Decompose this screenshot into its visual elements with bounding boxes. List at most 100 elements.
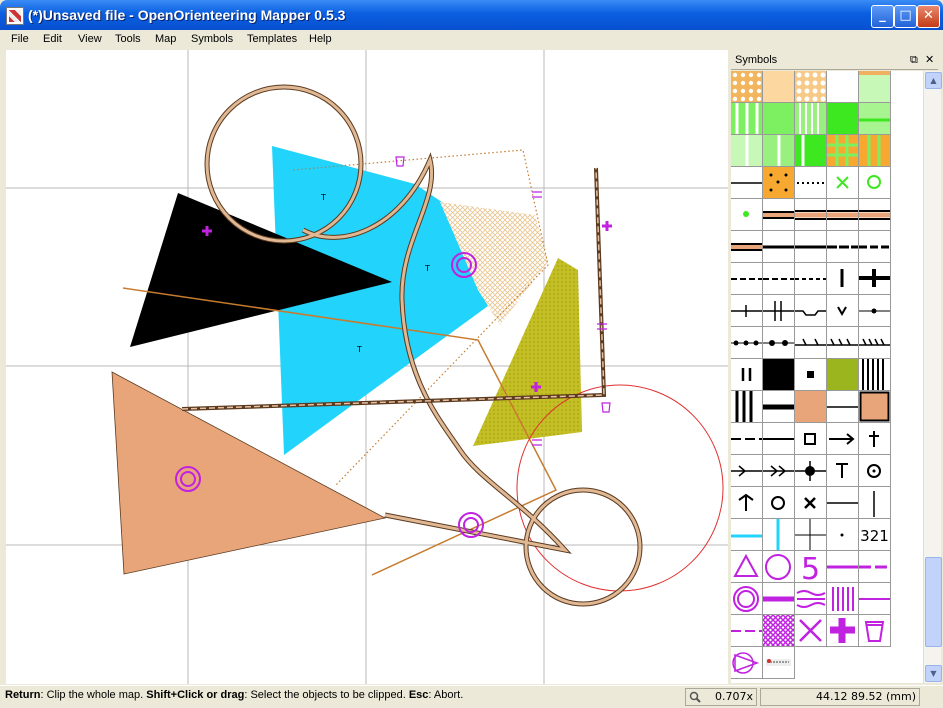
symbol-black-square[interactable]	[795, 359, 827, 391]
symbol-purple-five[interactable]: 5	[795, 551, 827, 583]
menu-templates[interactable]: Templates	[247, 33, 297, 45]
symbol-arrow-right[interactable]	[827, 423, 859, 455]
symbol-green-circle[interactable]	[859, 167, 891, 199]
scroll-down-icon[interactable]: ▼	[925, 665, 942, 682]
symbol-thick-line-2[interactable]	[795, 231, 827, 263]
symbol-brown-double[interactable]	[763, 199, 795, 231]
symbol-notch-line[interactable]	[795, 295, 827, 327]
symbol-pale-green[interactable]	[731, 135, 763, 167]
symbol-cyan-vertical[interactable]	[763, 519, 795, 551]
symbol-black[interactable]	[763, 359, 795, 391]
symbol-dotted-light[interactable]	[795, 71, 827, 103]
symbol-dash-line-2[interactable]	[763, 263, 795, 295]
symbol-green[interactable]	[763, 103, 795, 135]
symbol-vertical-line[interactable]	[859, 487, 891, 519]
panel-close-icon[interactable]: ✕	[925, 53, 934, 66]
symbol-orange-grid[interactable]	[827, 135, 859, 167]
symbol-green-dot[interactable]	[731, 199, 763, 231]
symbol-purple-circle[interactable]	[763, 551, 795, 583]
symbol-thin-line[interactable]	[731, 167, 763, 199]
symbol-purple-dash[interactable]	[859, 551, 891, 583]
symbol-light-orange[interactable]	[763, 71, 795, 103]
symbol-slash-line[interactable]	[795, 327, 827, 359]
menu-help[interactable]: Help	[309, 33, 332, 45]
symbol-number-text[interactable]: 321	[859, 519, 891, 551]
symbol-line-black[interactable]	[827, 391, 859, 423]
scroll-thumb[interactable]	[925, 557, 942, 647]
symbol-dot-line[interactable]	[859, 295, 891, 327]
symbols-scrollbar[interactable]: ▲ ▼	[923, 71, 942, 683]
symbol-slash-line-3[interactable]	[859, 327, 891, 359]
symbol-purple-double-circle[interactable]	[731, 583, 763, 615]
symbol-square-outline[interactable]	[795, 423, 827, 455]
symbol-green-x[interactable]	[827, 167, 859, 199]
symbol-bright-green[interactable]	[827, 103, 859, 135]
symbol-brown-road-2[interactable]	[827, 199, 859, 231]
float-icon[interactable]: ⧉	[910, 53, 918, 67]
symbol-tan-bordered[interactable]	[859, 391, 891, 423]
symbol-slash-line-2[interactable]	[827, 327, 859, 359]
symbol-small-dot[interactable]	[827, 519, 859, 551]
symbol-white[interactable]	[827, 71, 859, 103]
minimize-button[interactable]: _	[871, 5, 894, 28]
symbol-dash-wide[interactable]	[731, 423, 763, 455]
symbol-green-bars[interactable]	[795, 135, 827, 167]
symbol-purple-line-2[interactable]	[859, 583, 891, 615]
symbol-cross-symbol[interactable]	[859, 423, 891, 455]
symbol-cross-thick[interactable]	[859, 263, 891, 295]
symbol-purple-thick[interactable]	[763, 583, 795, 615]
symbol-dotted-orange[interactable]	[731, 71, 763, 103]
symbol-green-white[interactable]	[763, 135, 795, 167]
symbol-green-stripes[interactable]	[731, 103, 763, 135]
symbol-bar[interactable]	[827, 263, 859, 295]
symbol-thick-line[interactable]	[763, 231, 795, 263]
close-button[interactable]: ✕	[917, 5, 940, 28]
symbol-purple-plus[interactable]	[827, 615, 859, 647]
symbol-dash-line[interactable]	[731, 263, 763, 295]
symbol-diamond-cross[interactable]	[795, 455, 827, 487]
symbol-arrow-line[interactable]	[731, 455, 763, 487]
menu-file[interactable]: File	[11, 33, 29, 45]
symbol-t[interactable]	[827, 455, 859, 487]
symbol-solid-line[interactable]	[763, 423, 795, 455]
symbol-green-stripes-2[interactable]	[795, 103, 827, 135]
symbol-orange-dots[interactable]	[763, 167, 795, 199]
symbol-double-tick[interactable]	[763, 295, 795, 327]
symbol-logo-image[interactable]	[763, 647, 795, 679]
symbol-circle[interactable]	[763, 487, 795, 519]
scroll-up-icon[interactable]: ▲	[925, 72, 942, 89]
symbol-purple-wave[interactable]	[795, 583, 827, 615]
maximize-button[interactable]: □	[894, 5, 917, 28]
symbol-double-arrow[interactable]	[763, 455, 795, 487]
symbol-purple-start[interactable]	[731, 647, 763, 679]
symbol-thin-cross[interactable]	[795, 519, 827, 551]
symbol-v[interactable]	[827, 295, 859, 327]
symbol-brown-road-4[interactable]	[731, 231, 763, 263]
menu-map[interactable]: Map	[155, 33, 176, 45]
symbol-brown-road-3[interactable]	[859, 199, 891, 231]
symbol-purple-stripes[interactable]	[827, 583, 859, 615]
symbol-purple-crosshatch[interactable]	[763, 615, 795, 647]
symbol-purple-cup[interactable]	[859, 615, 891, 647]
symbol-purple-line[interactable]	[827, 551, 859, 583]
symbol-vertical-stripes[interactable]	[859, 359, 891, 391]
symbol-big-dots[interactable]	[763, 327, 795, 359]
menu-view[interactable]: View	[78, 33, 102, 45]
symbol-dashed-thick-2[interactable]	[859, 231, 891, 263]
symbol-dash-line-3[interactable]	[795, 263, 827, 295]
symbol-pause[interactable]	[731, 359, 763, 391]
symbol-dotted-line[interactable]	[795, 167, 827, 199]
symbol-cyan-line[interactable]	[731, 519, 763, 551]
symbol-ticked-line[interactable]	[731, 295, 763, 327]
menu-symbols[interactable]: Symbols	[191, 33, 233, 45]
symbol-purple-x[interactable]	[795, 615, 827, 647]
symbol-orange-green[interactable]	[859, 135, 891, 167]
symbol-up-t[interactable]	[731, 487, 763, 519]
symbol-target[interactable]	[859, 455, 891, 487]
symbol-line-short[interactable]	[827, 487, 859, 519]
menu-edit[interactable]: Edit	[43, 33, 62, 45]
map-drawing[interactable]: T T T	[6, 50, 728, 684]
symbol-olive[interactable]	[827, 359, 859, 391]
symbol-thick-stripes[interactable]	[731, 391, 763, 423]
menu-tools[interactable]: Tools	[115, 33, 141, 45]
